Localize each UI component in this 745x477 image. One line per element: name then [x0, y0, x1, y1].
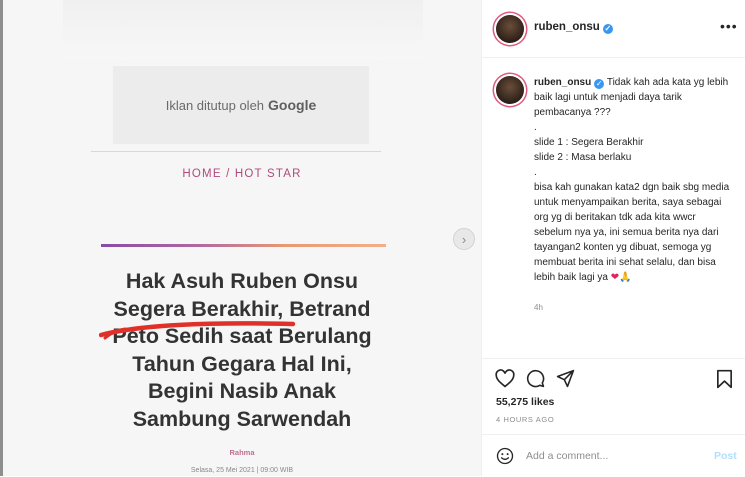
headline-line: Sambung Sarwendah	[132, 406, 352, 431]
post-caption: ruben_onsu ✓ Tidak kah ada kata yg lebih …	[534, 75, 734, 285]
header-username-row: ruben_onsu ✓	[534, 21, 613, 34]
next-slide-button[interactable]: ›	[453, 228, 475, 250]
headline-line: Begini Nasib Anak	[148, 379, 336, 403]
ad-closed-text: Iklan ditutup oleh	[165, 97, 265, 113]
comment-input[interactable]	[526, 447, 696, 465]
comment-box: Post	[482, 434, 745, 477]
caption-line: slide 2 : Masa berlaku	[534, 152, 632, 163]
caption-line: .	[534, 122, 537, 133]
caption-avatar[interactable]	[496, 76, 524, 104]
caption-username[interactable]: ruben_onsu	[534, 77, 591, 88]
emoji-icon[interactable]	[496, 447, 514, 465]
image-blur-top	[63, 0, 423, 60]
caption-line: .	[534, 167, 537, 178]
avatar[interactable]	[496, 15, 524, 43]
post-sidebar: ruben_onsu ✓ ••• ruben_onsu ✓ Tidak kah ad…	[481, 0, 745, 476]
bookmark-icon[interactable]	[716, 369, 733, 389]
post-image[interactable]: Iklan ditutup oleh Google HOME / HOT STA…	[3, 0, 481, 476]
post-header: ruben_onsu ✓ •••	[482, 0, 745, 58]
article-author: Rahma	[229, 448, 255, 457]
breadcrumb: HOME / HOT STAR	[182, 168, 302, 180]
verified-badge-icon: ✓	[602, 24, 613, 34]
article-date: Selasa, 25 Mei 2021 | 09:00 WIB	[190, 467, 294, 474]
caption-timestamp: 4h	[534, 303, 543, 312]
headline-line: Hak Asuh Ruben Onsu	[125, 269, 359, 293]
gradient-accent-bar	[101, 244, 386, 247]
comment-icon[interactable]	[526, 369, 545, 388]
ad-placeholder: Iklan ditutup oleh Google	[113, 66, 369, 144]
header-username[interactable]: ruben_onsu	[534, 21, 600, 33]
caption-line: ruben_onsu ✓ Tidak kah ada kata yg lebih …	[534, 75, 734, 120]
heart-emoji-icon: ❤	[610, 272, 620, 283]
verified-badge-icon: ✓	[594, 79, 605, 89]
pray-emoji-icon: 🙏	[619, 272, 632, 283]
article-headline: Hak Asuh Ruben Onsu Segera Berakhir, Bet…	[83, 268, 401, 433]
post-comment-button[interactable]: Post	[714, 450, 737, 462]
caption-body: bisa kah gunakan kata2 dgn baik sbg medi…	[534, 182, 730, 283]
caption-line: slide 1 : Segera Berakhir	[534, 137, 644, 148]
more-options-icon[interactable]: •••	[720, 18, 738, 34]
google-logo-text: Google	[268, 97, 317, 113]
headline-line: Tahun Gegara Hal Ini,	[132, 351, 352, 376]
divider	[91, 151, 381, 152]
heart-icon[interactable]	[495, 369, 515, 388]
chevron-right-icon: ›	[461, 231, 467, 247]
share-icon[interactable]	[556, 369, 575, 388]
caption-line: bisa kah gunakan kata2 dgn baik sbg medi…	[534, 180, 734, 285]
post-time-ago[interactable]: 4 HOURS AGO	[496, 415, 554, 424]
like-count[interactable]: 55,275 likes	[496, 396, 554, 408]
red-underline-mark	[99, 321, 296, 340]
